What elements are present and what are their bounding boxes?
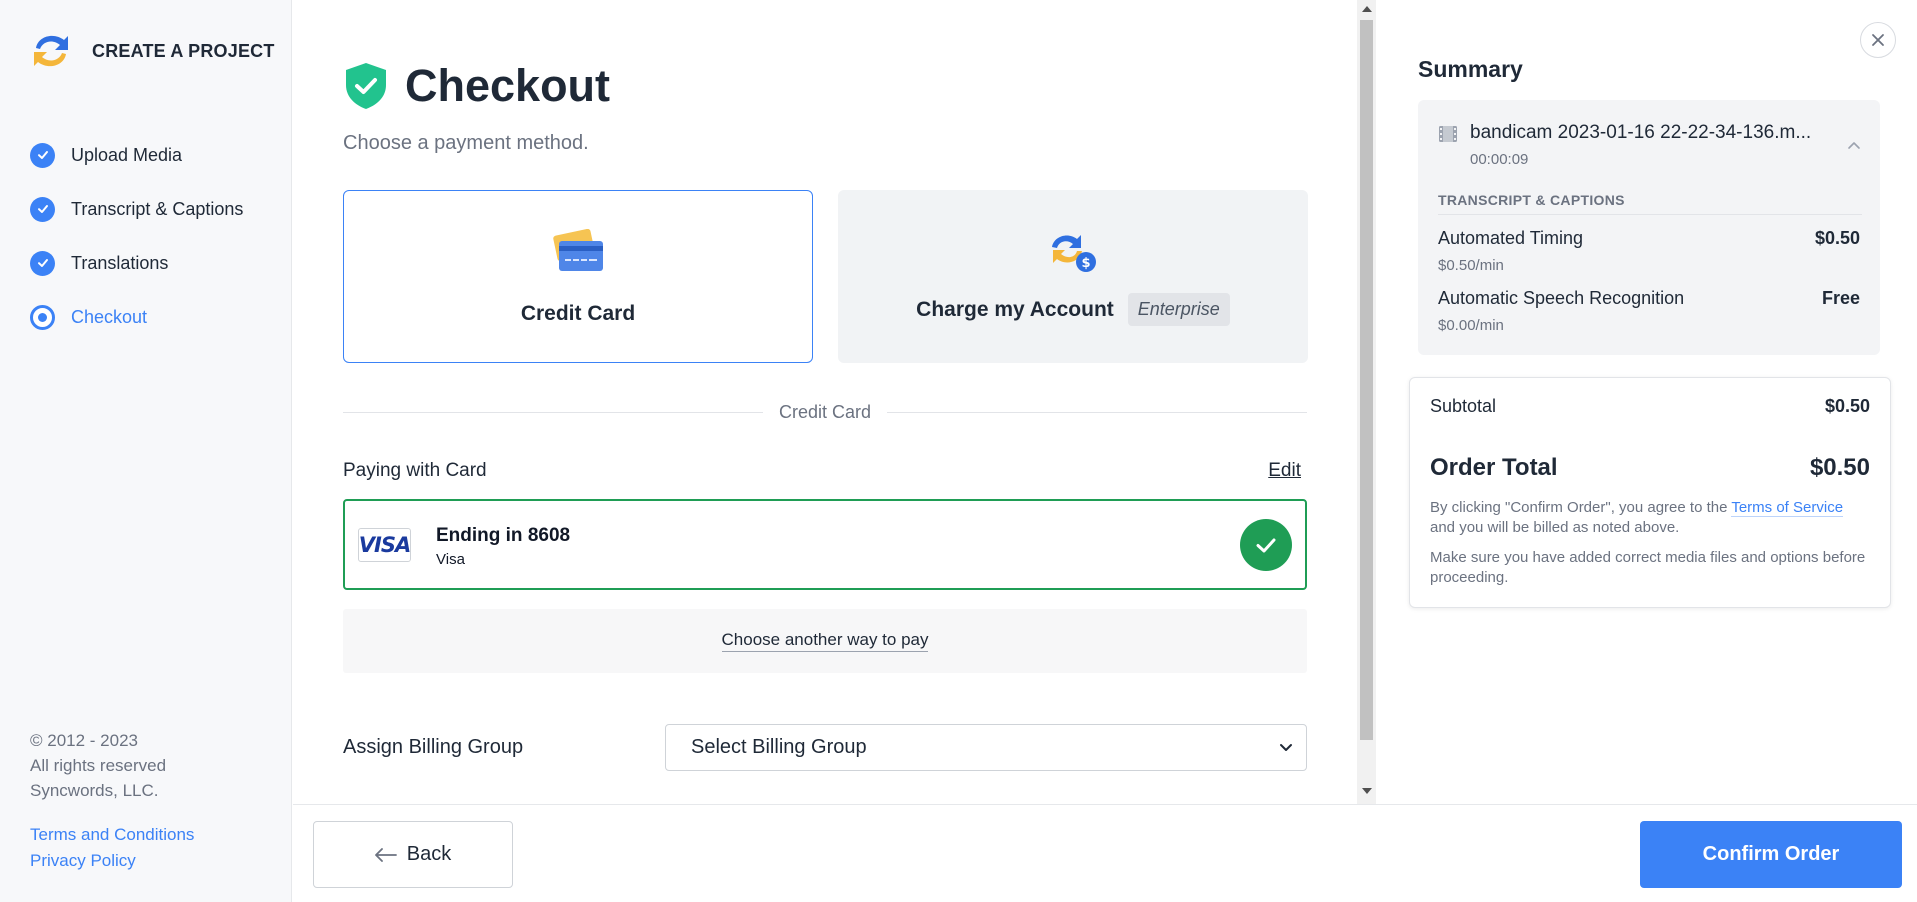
scroll-up-arrow-icon[interactable] xyxy=(1362,6,1372,12)
step-upload-media[interactable]: Upload Media xyxy=(30,128,243,182)
order-total-value: $0.50 xyxy=(1809,454,1870,481)
copyright-rights: All rights reserved xyxy=(30,756,167,775)
summary-panel: Summary bandicam 2023-01-16 22-22-34-136… xyxy=(1376,0,1917,804)
brand-title: CREATE A PROJECT xyxy=(92,40,275,61)
paying-with-card-row: Paying with Card Edit xyxy=(343,460,1307,482)
line-item-price: $0.50 xyxy=(1814,228,1860,248)
main-scrollbar[interactable] xyxy=(1357,0,1376,804)
step-complete-check-icon xyxy=(30,196,55,222)
arrow-left-icon xyxy=(374,847,397,862)
payment-method-credit-card[interactable]: Credit Card xyxy=(343,190,813,363)
choose-another-way-link[interactable]: Choose another way to pay xyxy=(721,630,929,652)
subtotal-label: Subtotal xyxy=(1430,396,1497,416)
brand[interactable]: CREATE A PROJECT xyxy=(28,28,275,74)
order-total-box: Subtotal $0.50 Order Total $0.50 By clic… xyxy=(1409,377,1891,608)
terms-post: and you will be billed as noted above. xyxy=(1430,519,1680,536)
checkout-main: Checkout Choose a payment method. Credit… xyxy=(293,0,1358,804)
edit-card-link[interactable]: Edit xyxy=(1268,460,1301,482)
step-label: Translations xyxy=(71,252,169,273)
divider-line xyxy=(343,411,763,413)
billing-group-label: Assign Billing Group xyxy=(343,736,524,758)
media-summary: bandicam 2023-01-16 22-22-34-136.m... 00… xyxy=(1418,100,1880,355)
credit-card-icon xyxy=(553,229,603,271)
terms-pre: By clicking "Confirm Order", you agree t… xyxy=(1430,499,1728,516)
close-button[interactable] xyxy=(1860,22,1896,58)
back-button[interactable]: Back xyxy=(313,821,513,888)
back-label: Back xyxy=(406,843,452,865)
step-translations[interactable]: Translations xyxy=(30,236,243,290)
enterprise-badge: Enterprise xyxy=(1127,293,1230,326)
account-charge-icon: $ xyxy=(1052,235,1096,272)
line-item-price: Free xyxy=(1821,288,1860,308)
close-icon xyxy=(1872,34,1884,46)
sidebar: CREATE A PROJECT Upload Media Transcript… xyxy=(0,0,292,902)
selected-check-icon xyxy=(1240,519,1292,571)
line-item-name: Automated Timing xyxy=(1438,228,1584,248)
step-current-dot-icon xyxy=(30,304,55,330)
step-transcript-captions[interactable]: Transcript & Captions xyxy=(30,182,243,236)
divider-line xyxy=(887,411,1307,413)
another-way-container: Choose another way to pay xyxy=(343,609,1307,673)
steps-list: Upload Media Transcript & Captions Trans… xyxy=(30,128,243,344)
divider-label: Credit Card xyxy=(778,401,872,422)
privacy-link[interactable]: Privacy Policy xyxy=(30,848,194,874)
page-title: Checkout xyxy=(405,60,611,111)
payment-method-charge-account[interactable]: $ Charge my Account Enterprise xyxy=(838,190,1308,363)
billing-group-selected: Select Billing Group xyxy=(691,736,867,758)
line-item-name: Automatic Speech Recognition xyxy=(1438,288,1685,308)
proceed-note: Make sure you have added correct media f… xyxy=(1430,549,1866,586)
card-ending: Ending in 8608 xyxy=(436,525,571,546)
billing-group-select[interactable]: Select Billing Group xyxy=(665,724,1307,771)
section-divider: Credit Card xyxy=(343,400,1307,424)
title-row: Checkout xyxy=(343,60,610,112)
section-heading: TRANSCRIPT & CAPTIONS xyxy=(1438,192,1862,215)
copyright-years: © 2012 - 2023 xyxy=(30,731,138,750)
step-label: Upload Media xyxy=(71,144,183,165)
confirm-label: Confirm Order xyxy=(1702,843,1840,865)
paying-with-card-label: Paying with Card xyxy=(343,460,487,481)
syncwords-logo-icon xyxy=(34,35,68,67)
copyright-company: Syncwords, LLC. xyxy=(30,781,159,800)
summary-title: Summary xyxy=(1418,56,1523,82)
charge-account-label: Charge my Account xyxy=(916,297,1114,321)
svg-text:$: $ xyxy=(1081,256,1090,271)
step-checkout[interactable]: Checkout xyxy=(30,290,243,344)
bottom-action-bar: Back Confirm Order xyxy=(293,804,1917,902)
terms-of-service-link[interactable]: Terms of Service xyxy=(1731,499,1844,517)
scroll-thumb[interactable] xyxy=(1360,20,1373,740)
page-subtitle: Choose a payment method. xyxy=(343,132,589,154)
order-total-label: Order Total xyxy=(1430,454,1558,481)
chevron-up-icon[interactable] xyxy=(1846,138,1862,154)
payment-method-label: Credit Card xyxy=(520,302,636,325)
film-icon xyxy=(1439,126,1457,142)
confirm-order-button[interactable]: Confirm Order xyxy=(1640,821,1902,888)
line-item-rate: $0.00/min xyxy=(1438,317,1504,334)
scroll-down-arrow-icon[interactable] xyxy=(1362,788,1372,794)
saved-card[interactable]: VISA Ending in 8608 Visa xyxy=(343,499,1307,590)
line-item-rate: $0.50/min xyxy=(1438,257,1504,274)
legal-links: Terms and Conditions Privacy Policy xyxy=(30,822,194,874)
terms-notice: By clicking "Confirm Order", you agree t… xyxy=(1430,498,1850,538)
step-label: Transcript & Captions xyxy=(71,198,244,219)
media-duration: 00:00:09 xyxy=(1470,151,1529,168)
step-label: Checkout xyxy=(71,306,148,327)
step-complete-check-icon xyxy=(30,142,55,168)
card-type: Visa xyxy=(436,551,465,568)
subtotal-value: $0.50 xyxy=(1824,396,1870,416)
media-file-name: bandicam 2023-01-16 22-22-34-136.m... xyxy=(1470,122,1812,143)
chevron-down-icon xyxy=(1280,744,1292,751)
terms-link[interactable]: Terms and Conditions xyxy=(30,822,194,848)
shield-check-icon xyxy=(346,63,386,109)
payment-method-label: Charge my Account Enterprise xyxy=(916,293,1230,326)
visa-logo-icon: VISA xyxy=(358,528,411,562)
copyright-block: © 2012 - 2023 All rights reserved Syncwo… xyxy=(30,728,166,803)
step-complete-check-icon xyxy=(30,250,55,276)
